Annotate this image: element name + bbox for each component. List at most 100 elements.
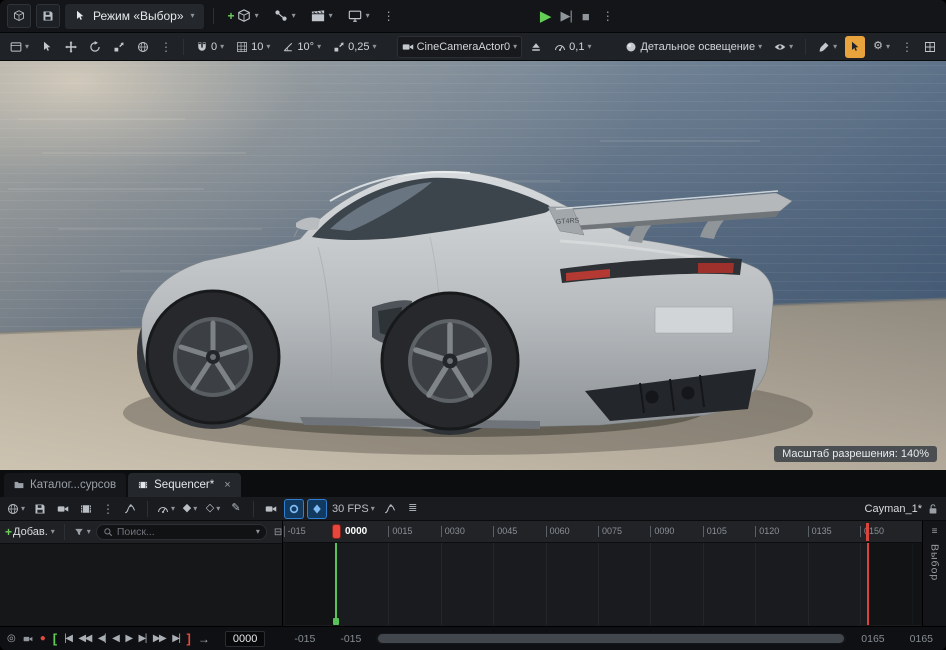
key-icon [311, 503, 323, 515]
playback-options-dropdown[interactable]: ▾ [155, 499, 177, 519]
side-tab-label[interactable]: Выбор [929, 544, 941, 581]
camera-cut-icon[interactable] [23, 634, 33, 644]
sequence-browse-dropdown[interactable]: ▾ [5, 499, 27, 519]
gridline [755, 543, 756, 625]
eject-pilot-button[interactable] [526, 36, 546, 58]
playhead-marker[interactable] [332, 524, 341, 539]
viewport-settings-dropdown[interactable]: ⚙ ▾ [869, 36, 894, 58]
quick-add-dropdown[interactable]: + ▾ [223, 4, 264, 28]
side-panel-toggle-icon[interactable]: ≡ [930, 526, 940, 537]
move-tool-button[interactable] [61, 36, 81, 58]
chevron-down-icon: ▾ [171, 505, 175, 513]
active-camera-dropdown[interactable]: CineCameraActor0 ▾ [397, 36, 523, 58]
working-range-end[interactable]: 0165 [910, 633, 933, 645]
render-movie-button[interactable] [76, 499, 96, 519]
selection-highlight-toggle[interactable] [845, 36, 865, 58]
select-tool-button[interactable] [37, 36, 57, 58]
playback-start-line[interactable] [335, 543, 337, 625]
rotation-snap-dropdown[interactable]: 10° ▾ [278, 36, 325, 58]
cinematics-dropdown[interactable]: ▾ [306, 4, 338, 28]
ruler-frame-label: 0015 [388, 526, 412, 537]
rotate-tool-button[interactable] [85, 36, 105, 58]
platforms-dropdown[interactable]: ▾ [343, 4, 375, 28]
play-reverse-button[interactable]: ◀ [112, 634, 118, 644]
working-range-start[interactable]: -015 [294, 633, 315, 645]
view-mode-dropdown[interactable]: Детальное освещение ▾ [621, 36, 766, 58]
blueprints-dropdown[interactable]: ▾ [269, 4, 301, 28]
close-icon[interactable]: × [224, 479, 230, 491]
toolbar-kebab-icon[interactable]: ⋮ [380, 9, 398, 23]
camera-speed-dropdown[interactable]: 0,1 ▾ [550, 36, 595, 58]
play-options-kebab-icon[interactable]: ⋮ [599, 9, 617, 23]
play-forward-button[interactable]: ▶ [125, 634, 131, 644]
quad-view-button[interactable] [920, 36, 940, 58]
range-end-bracket[interactable]: ] [187, 632, 191, 645]
search-input[interactable] [117, 526, 252, 538]
world-local-toggle[interactable] [133, 36, 153, 58]
sequencer-kebab-icon[interactable]: ⋮ [99, 502, 117, 516]
transform-kebab-icon[interactable]: ⋮ [157, 40, 175, 54]
create-camera-button[interactable] [53, 499, 73, 519]
camera-lock-button[interactable] [261, 499, 281, 519]
editor-mode-dropdown[interactable]: Режим «Выбор» ▾ [65, 4, 204, 29]
track-list-button[interactable]: ≣ [403, 499, 423, 519]
timeline-scrollbar[interactable] [376, 633, 846, 644]
tab-sequencer[interactable]: Sequencer* × [128, 473, 241, 497]
scrollbar-thumb[interactable] [378, 634, 844, 643]
tab-content-browser[interactable]: Каталог...сурсов [4, 473, 126, 497]
keyframe-options-dropdown[interactable]: ◆ ▾ [180, 499, 200, 519]
fps-dropdown[interactable]: 30 FPS ▾ [330, 499, 377, 519]
jump-back-button[interactable]: ◀◀ [78, 634, 90, 644]
chevron-down-icon: ▾ [833, 43, 837, 51]
viewport-kebab-icon[interactable]: ⋮ [898, 40, 916, 54]
view-range-end[interactable]: 0165 [861, 633, 884, 645]
surface-snap-dropdown[interactable]: 0 ▾ [192, 36, 228, 58]
range-start-bracket[interactable]: [ [53, 632, 57, 645]
snap-keys-toggle[interactable] [307, 499, 327, 519]
step-back-button[interactable]: ◀| [98, 634, 105, 644]
auto-key-toggle[interactable] [284, 499, 304, 519]
viewport-options-dropdown[interactable]: ▾ [6, 36, 33, 58]
playback-end-line[interactable] [867, 543, 869, 625]
filter-dropdown[interactable]: ▾ [74, 527, 91, 537]
play-button[interactable]: ▶ [540, 7, 551, 25]
chevron-down-icon: ▾ [587, 43, 591, 51]
scale-tool-button[interactable] [109, 36, 129, 58]
show-flags-dropdown[interactable]: ▾ [770, 36, 797, 58]
to-front-button[interactable]: |◀ [64, 634, 71, 644]
timeline-ruler[interactable]: 0000 -0150015003000450060007500900105012… [283, 521, 922, 543]
edit-mode-button[interactable]: ✎ [226, 499, 246, 519]
track-list-area[interactable] [0, 544, 282, 626]
jump-forward-button[interactable]: ▶▶ [153, 634, 165, 644]
view-range-start[interactable]: -015 [340, 633, 361, 645]
recent-levels-button[interactable] [7, 4, 31, 28]
chevron-down-icon: ▾ [886, 43, 890, 51]
lock-icon[interactable] [927, 503, 939, 515]
grid-snap-dropdown[interactable]: 10 ▾ [232, 36, 274, 58]
step-forward-button[interactable]: ▶| [139, 634, 146, 644]
timeline-tracks[interactable] [283, 543, 922, 625]
stop-button[interactable]: ■ [582, 9, 589, 24]
curves-view-button[interactable] [380, 499, 400, 519]
curve-editor-button[interactable] [120, 499, 140, 519]
chevron-down-icon: ▾ [513, 43, 517, 51]
current-frame-field[interactable]: 0000 [225, 631, 265, 647]
frame-skip-button[interactable]: ▶| [560, 8, 571, 24]
timeline-area[interactable]: 0000 -0150015003000450060007500900105012… [283, 521, 922, 626]
keyframe-diamond-open-icon: ◇ [206, 503, 214, 514]
add-track-button[interactable]: + Добав. ▾ [5, 525, 55, 539]
record-button[interactable]: ● [40, 634, 46, 644]
save-sequence-button[interactable] [30, 499, 50, 519]
chevron-down-icon: ▾ [191, 12, 195, 20]
playback-end-tick[interactable] [866, 523, 869, 541]
loop-mode-icon[interactable]: ◎ [7, 634, 16, 644]
track-search[interactable]: ▾ [96, 524, 267, 540]
save-all-button[interactable] [36, 4, 60, 28]
playback-start-base[interactable] [333, 618, 339, 625]
play-once-icon[interactable]: → [198, 633, 210, 645]
3d-viewport[interactable]: GT4RS [0, 61, 946, 470]
to-end-button[interactable]: ▶| [172, 634, 179, 644]
brush-dropdown[interactable]: ▾ [814, 36, 841, 58]
scale-snap-dropdown[interactable]: 0,25 ▾ [329, 36, 380, 58]
auto-key-options-dropdown[interactable]: ◇ ▾ [203, 499, 223, 519]
